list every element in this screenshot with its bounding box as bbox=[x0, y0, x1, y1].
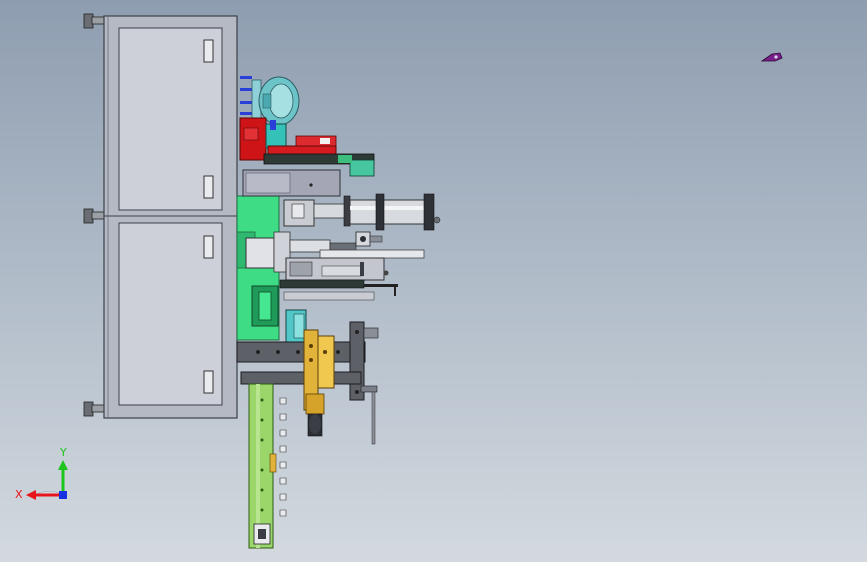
door-handle-upper-bottom[interactable] bbox=[203, 175, 214, 199]
sensor-array bbox=[279, 397, 287, 517]
cad-viewport[interactable]: Y X bbox=[0, 0, 867, 562]
leveling-foot-top bbox=[83, 13, 105, 29]
door-handle-lower-bottom[interactable] bbox=[203, 370, 214, 394]
xyz-triad-icon: Y X bbox=[15, 446, 68, 501]
door-handle-upper-top[interactable] bbox=[203, 39, 214, 63]
door-handle-lower-top[interactable] bbox=[203, 235, 214, 259]
leveling-foot-middle bbox=[83, 208, 105, 224]
slide-table[interactable] bbox=[279, 257, 398, 301]
pneumatic-cylinder[interactable] bbox=[283, 193, 441, 231]
vertical-linear-rail[interactable] bbox=[248, 383, 277, 549]
triad-y-label: Y bbox=[59, 446, 67, 459]
cyan-clamp[interactable] bbox=[285, 309, 307, 345]
triad-x-label: X bbox=[15, 488, 23, 501]
leveling-foot-bottom bbox=[83, 401, 105, 417]
yellow-carriage[interactable] bbox=[303, 329, 335, 437]
pointer-cursor-icon bbox=[760, 52, 783, 62]
machine-cabinet[interactable] bbox=[83, 13, 238, 419]
grey-housing-block[interactable] bbox=[242, 169, 341, 197]
